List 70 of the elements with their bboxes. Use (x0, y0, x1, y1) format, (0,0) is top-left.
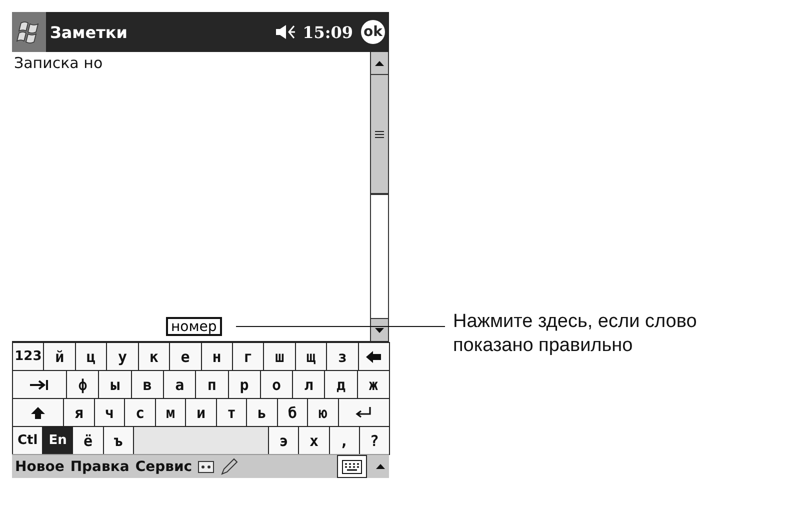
keyboard-key[interactable]: ю (307, 398, 339, 427)
keyboard-key[interactable]: у (106, 342, 139, 371)
keyboard-key[interactable]: ь (246, 398, 278, 427)
up-triangle-icon (375, 60, 384, 66)
keyboard-key[interactable]: ё (72, 426, 104, 455)
up-triangle-icon[interactable] (376, 464, 384, 469)
backspace-icon (366, 350, 382, 362)
keyboard-key[interactable]: к (138, 342, 170, 371)
keyboard-key[interactable]: En (42, 426, 74, 455)
keyboard-key[interactable]: Ctl (12, 426, 44, 455)
keyboard-key[interactable]: е (169, 342, 202, 371)
keyboard-key[interactable]: а (163, 370, 196, 399)
keyboard-key[interactable]: р (228, 370, 261, 399)
keyboard-key[interactable]: х (298, 426, 330, 455)
scroll-thumb[interactable] (371, 75, 388, 195)
keyboard-key[interactable]: ы (98, 370, 132, 399)
keyboard-key[interactable]: ? (358, 426, 390, 455)
keyboard-key[interactable]: 123 (12, 342, 44, 371)
keyboard-key[interactable]: ц (74, 342, 108, 371)
keyboard-key[interactable]: ш (263, 342, 296, 371)
pen-icon[interactable] (220, 458, 238, 476)
scrollbar[interactable] (370, 52, 389, 341)
scroll-down-button[interactable] (371, 318, 388, 341)
enter-key[interactable] (338, 398, 390, 427)
keyboard-button[interactable] (337, 455, 367, 478)
keyboard-key[interactable]: ч (94, 398, 126, 427)
keyboard-icon (342, 460, 362, 474)
keyboard-key[interactable]: щ (294, 342, 328, 371)
menu-item[interactable]: Правка (70, 458, 130, 474)
keyboard-key[interactable]: т (216, 398, 248, 427)
backspace-key[interactable] (358, 342, 390, 371)
keyboard-key[interactable]: я (63, 398, 95, 427)
keyboard-key[interactable]: в (130, 370, 164, 399)
keyboard-key[interactable]: б (276, 398, 308, 427)
keyboard-key[interactable]: й (43, 342, 76, 371)
shift-icon (31, 406, 46, 418)
keyboard-key[interactable]: , (328, 426, 360, 455)
grip-icon (375, 130, 384, 138)
callout-text: Нажмите здесь, если слово показано правильно (453, 310, 698, 358)
note-text: Записка но (14, 54, 104, 72)
down-triangle-icon (375, 328, 384, 332)
keyboard-key[interactable]: п (195, 370, 229, 399)
speaker-icon[interactable] (274, 24, 297, 40)
keyboard-key[interactable]: с (124, 398, 156, 427)
keyboard-key[interactable]: э (268, 426, 300, 455)
window-title: Заметки (50, 22, 128, 42)
space-key[interactable] (132, 426, 270, 455)
keyboard-key[interactable]: ъ (102, 426, 134, 455)
shift-key[interactable] (12, 398, 64, 427)
keyboard-key[interactable]: ж (356, 370, 390, 399)
keyboard-key[interactable]: и (185, 398, 217, 427)
menu-item[interactable]: Сервис (135, 458, 192, 474)
start-button[interactable] (12, 12, 46, 52)
ok-button[interactable]: ok (361, 20, 385, 44)
tab-key[interactable] (12, 370, 68, 399)
keyboard-key[interactable]: о (260, 370, 294, 399)
keyboard-key[interactable]: г (232, 342, 264, 371)
suggestion-button[interactable]: номер (166, 317, 222, 336)
scroll-up-button[interactable] (371, 52, 388, 75)
keyboard-key[interactable]: ф (66, 370, 100, 399)
keyboard-key[interactable]: д (324, 370, 358, 399)
keyboard-key[interactable]: з (326, 342, 359, 371)
keyboard-key[interactable]: н (200, 342, 233, 371)
menu-item[interactable]: Новое (15, 458, 64, 474)
keyboard-key[interactable]: л (292, 370, 326, 399)
clock[interactable]: 15:09 (302, 22, 353, 42)
tape-icon[interactable] (198, 460, 214, 472)
keyboard-key[interactable]: м (154, 398, 186, 427)
tab-icon (30, 378, 50, 390)
enter-icon (355, 406, 372, 418)
